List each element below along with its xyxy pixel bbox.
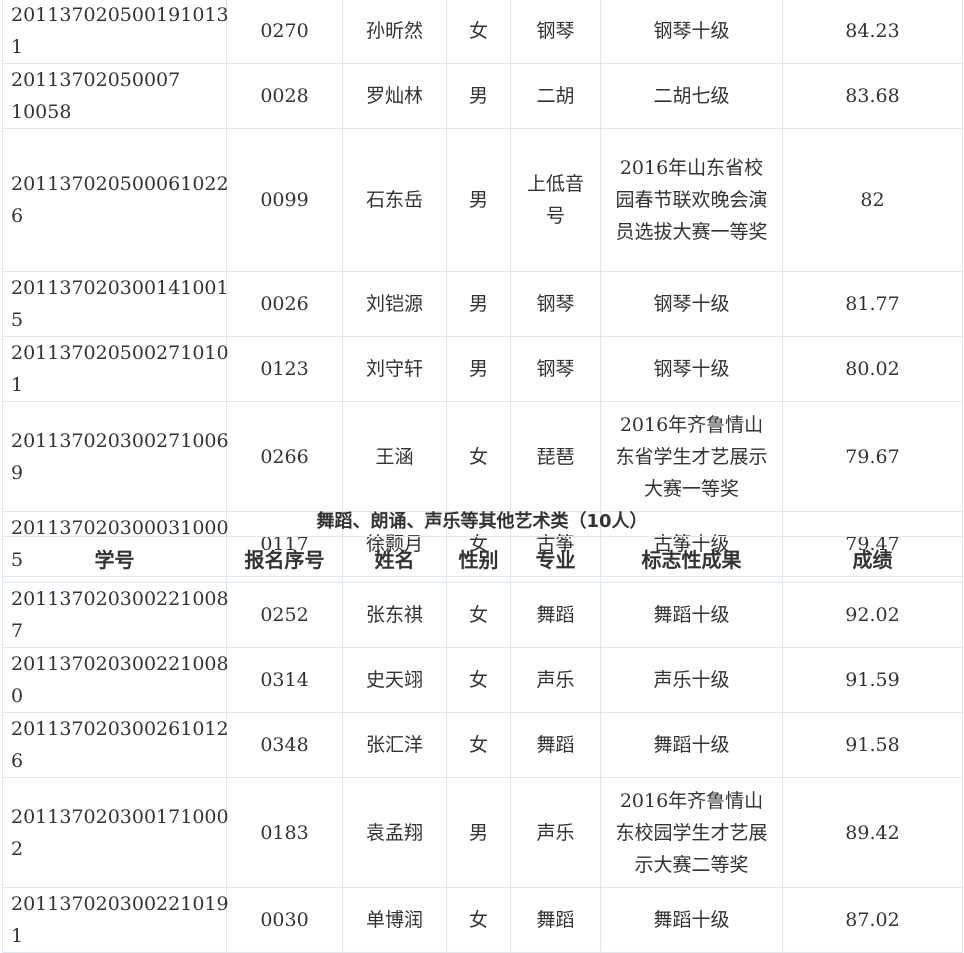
student-major: 钢琴 [510,0,601,64]
student-major: 声乐 [510,777,601,888]
student-name: 刘铠源 [342,271,447,337]
student-major: 舞蹈 [510,712,601,778]
student-gender: 男 [446,777,511,888]
student-major: 声乐 [510,647,601,713]
table-row: 201137020500061022​6 0099 石东岳 男 上低音号 201… [2,128,963,272]
other-arts-results-table: 学号 报名序号 姓名 性别 专业 标志性成果 成绩 20113702030022… [2,536,963,953]
student-achievement: 2016年山东省校园春节联欢晚会演员选拔大赛一等奖 [600,128,783,272]
table-row: 201137020300221008​7 0252 张东祺 女 舞蹈 舞蹈十级 … [2,582,963,648]
section-title: 舞蹈、朗诵、声乐等其他艺术类（10人） [316,511,648,532]
student-id: 201137020500271010​1 [2,336,229,402]
header-major: 专业 [510,536,601,583]
student-major: 钢琴 [510,271,601,337]
student-id: 20113702050007​10058 [2,63,227,129]
student-gender: 男 [446,271,511,337]
student-achievement: 钢琴十级 [600,271,783,337]
student-name: 刘守轩 [342,336,447,402]
registration-number: 0183 [226,777,343,888]
student-achievement: 舞蹈十级 [600,887,783,953]
student-score: 92.02 [782,582,963,648]
registration-number: 0030 [226,887,343,953]
student-achievement: 声乐十级 [600,647,783,713]
student-name: 史天翊 [342,647,447,713]
student-gender: 男 [446,63,511,129]
student-score: 89.42 [782,777,963,888]
registration-number: 0026 [226,271,343,337]
student-id: 201137020500191013​1 [2,0,229,64]
student-name: 单博润 [342,887,447,953]
table-row: 201137020500191013​1 0270 孙昕然 女 钢琴 钢琴十级 … [2,0,963,64]
student-major: 琵琶 [510,401,601,512]
student-name: 袁孟翔 [342,777,447,888]
student-achievement: 2016年齐鲁情山东省学生才艺展示大赛一等奖 [600,401,783,512]
music-results-table: 201137020500191013​1 0270 孙昕然 女 钢琴 钢琴十级 … [2,0,963,577]
student-score: 81.77 [782,271,963,337]
student-achievement: 舞蹈十级 [600,712,783,778]
header-achievement: 标志性成果 [600,536,783,583]
student-gender: 女 [446,0,511,64]
student-id: 201137020300221019​1 [2,887,229,953]
student-name: 罗灿林 [342,63,447,129]
student-gender: 男 [446,336,511,402]
student-major: 舞蹈 [510,582,601,648]
student-major: 钢琴 [510,336,601,402]
registration-number: 0123 [226,336,343,402]
registration-number: 0028 [226,63,343,129]
student-achievement: 钢琴十级 [600,336,783,402]
student-id: 201137020300171000​2 [2,777,229,888]
header-name: 姓名 [342,536,447,583]
student-gender: 女 [446,647,511,713]
header-score: 成绩 [782,536,963,583]
registration-number: 0348 [226,712,343,778]
student-id: 201137020300271006​9 [2,401,229,512]
student-achievement: 2016年齐鲁情山东校园学生才艺展示大赛二等奖 [600,777,783,888]
table-row: 201137020300141001​5 0026 刘铠源 男 钢琴 钢琴十级 … [2,271,963,337]
student-id: 201137020500061022​6 [2,128,229,272]
student-gender: 女 [446,712,511,778]
student-name: 孙昕然 [342,0,447,64]
header-gender: 性别 [446,536,511,583]
student-achievement: 二胡七级 [600,63,783,129]
student-name: 张东祺 [342,582,447,648]
student-score: 91.59 [782,647,963,713]
student-id: 201137020300261012​6 [2,712,229,778]
student-id: 201137020300221008​0 [2,647,229,713]
header-student-id: 学号 [2,536,227,583]
student-achievement: 钢琴十级 [600,0,783,64]
student-score: 83.68 [782,63,963,129]
student-major: 上低音号 [510,128,601,272]
student-name: 张汇洋 [342,712,447,778]
student-score: 80.02 [782,336,963,402]
student-gender: 女 [446,582,511,648]
student-score: 82 [782,128,963,272]
student-gender: 女 [446,887,511,953]
student-major: 舞蹈 [510,887,601,953]
table-header-row: 学号 报名序号 姓名 性别 专业 标志性成果 成绩 [2,536,963,583]
table-row: 201137020300221019​1 0030 单博润 女 舞蹈 舞蹈十级 … [2,887,963,953]
student-id: 201137020300141001​5 [2,271,229,337]
registration-number: 0314 [226,647,343,713]
registration-number: 0252 [226,582,343,648]
table-row: 201137020500271010​1 0123 刘守轩 男 钢琴 钢琴十级 … [2,336,963,402]
student-name: 王涵 [342,401,447,512]
student-major: 二胡 [510,63,601,129]
header-registration-number: 报名序号 [226,536,343,583]
student-gender: 男 [446,128,511,272]
student-name: 石东岳 [342,128,447,272]
student-achievement: 舞蹈十级 [600,582,783,648]
table-row: 201137020300271006​9 0266 王涵 女 琵琶 2016年齐… [2,401,963,512]
registration-number: 0266 [226,401,343,512]
table-row: 201137020300171000​2 0183 袁孟翔 男 声乐 2016年… [2,777,963,888]
table-row: 201137020300221008​0 0314 史天翊 女 声乐 声乐十级 … [2,647,963,713]
registration-number: 0099 [226,128,343,272]
student-gender: 女 [446,401,511,512]
student-score: 91.58 [782,712,963,778]
registration-number: 0270 [226,0,343,64]
student-score: 84.23 [782,0,963,64]
student-score: 79.67 [782,401,963,512]
table-row: 201137020300261012​6 0348 张汇洋 女 舞蹈 舞蹈十级 … [2,712,963,778]
student-id: 201137020300221008​7 [2,582,229,648]
table-row: 20113702050007​10058 0028 罗灿林 男 二胡 二胡七级 … [2,63,963,129]
student-score: 87.02 [782,887,963,953]
